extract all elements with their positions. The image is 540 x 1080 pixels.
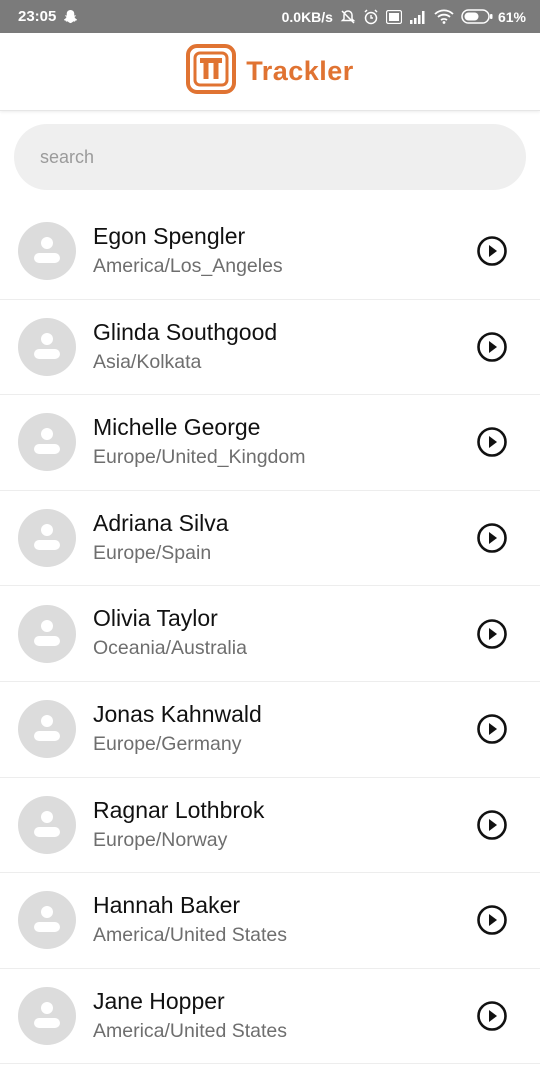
list-item[interactable]: Olivia Taylor Oceania/Australia	[0, 586, 540, 682]
play-circle-icon[interactable]	[476, 618, 508, 650]
list-item[interactable]: Adriana Silva Europe/Spain	[0, 491, 540, 587]
contact-timezone: Oceania/Australia	[93, 637, 247, 660]
contact-name: Adriana Silva	[93, 509, 229, 536]
play-circle-icon[interactable]	[476, 809, 508, 841]
app-title: Trackler	[246, 56, 354, 86]
list-item[interactable]: Glinda Southgood Asia/Kolkata	[0, 300, 540, 396]
avatar	[18, 987, 76, 1046]
mute-icon	[340, 9, 356, 25]
wifi-icon	[434, 9, 454, 24]
contact-name: Jane Hopper	[93, 987, 225, 1014]
contact-name: Olivia Taylor	[93, 605, 218, 632]
battery-percent: 61%	[497, 8, 526, 25]
contact-text: Adriana Silva Europe/Spain	[93, 509, 229, 566]
avatar	[18, 604, 76, 663]
list-item[interactable]: Egon Spengler America/Los_Angeles	[0, 204, 540, 300]
play-circle-icon[interactable]	[476, 713, 508, 745]
list-item[interactable]: Jane Hopper America/United States	[0, 969, 540, 1065]
contact-timezone: America/United States	[93, 924, 288, 947]
contact-text: Jonas Kahnwald Europe/Germany	[93, 700, 262, 757]
contact-name: Hannah Baker	[93, 892, 241, 919]
app-header: Trackler	[0, 33, 540, 111]
contact-timezone: Europe/Germany	[93, 732, 242, 755]
avatar	[18, 795, 76, 854]
contact-text: Glinda Southgood Asia/Kolkata	[93, 318, 277, 375]
avatar	[18, 222, 76, 281]
contact-name: Ragnar Lothbrok	[93, 796, 265, 823]
snapchat-icon	[63, 9, 78, 24]
contact-name: Glinda Southgood	[93, 318, 278, 345]
contact-timezone: America/Los_Angeles	[93, 255, 283, 277]
list-item[interactable]: Ragnar Lothbrok Europe/Norway	[0, 778, 540, 874]
list-item[interactable]: Michelle George Europe/United_Kingdom	[0, 395, 540, 491]
play-circle-icon[interactable]	[476, 1000, 508, 1032]
contact-timezone: Europe/United_Kingdom	[93, 446, 306, 469]
contact-text: Egon Spengler America/Los_Angeles	[93, 222, 283, 279]
list-item[interactable]: Jonas Kahnwald Europe/Germany	[0, 682, 540, 778]
contact-timezone: America/United States	[93, 1019, 288, 1042]
avatar	[18, 413, 76, 472]
contact-name: Egon Spengler	[93, 223, 246, 249]
contact-name: Jonas Kahnwald	[93, 700, 262, 727]
play-circle-icon[interactable]	[476, 426, 508, 458]
contact-list: Egon Spengler America/Los_Angeles Glinda…	[0, 204, 540, 1065]
contact-timezone: Asia/Kolkata	[93, 350, 202, 373]
contact-text: Hannah Baker America/United States	[93, 891, 287, 948]
play-circle-icon[interactable]	[476, 904, 508, 936]
battery-icon	[461, 9, 493, 24]
contact-text: Jane Hopper America/United States	[93, 987, 287, 1044]
contact-name: Michelle George	[93, 414, 261, 441]
play-circle-icon[interactable]	[476, 235, 508, 267]
search-input[interactable]	[14, 124, 526, 190]
avatar	[18, 700, 76, 759]
contact-text: Michelle George Europe/United_Kingdom	[93, 413, 305, 470]
battery-indicator: 61%	[461, 9, 526, 25]
play-circle-icon[interactable]	[476, 331, 508, 363]
play-circle-icon[interactable]	[476, 522, 508, 554]
alarm-icon	[363, 8, 379, 25]
list-item[interactable]: Hannah Baker America/United States	[0, 873, 540, 969]
trackler-logo-icon	[186, 44, 237, 99]
contact-timezone: Europe/Spain	[93, 541, 212, 564]
status-bar: 23:05 0.0KB/s 61%	[0, 0, 540, 33]
avatar	[18, 317, 76, 376]
signal-icon	[409, 10, 427, 24]
contact-timezone: Europe/Norway	[93, 828, 228, 851]
contact-text: Olivia Taylor Oceania/Australia	[93, 604, 247, 661]
avatar	[18, 509, 76, 568]
volte-icon	[385, 9, 402, 24]
status-left: 23:05	[18, 8, 78, 25]
status-time: 23:05	[18, 8, 57, 25]
avatar	[18, 891, 76, 950]
status-speed: 0.0KB/s	[281, 8, 333, 25]
status-right: 0.0KB/s 61%	[282, 9, 526, 25]
contact-text: Ragnar Lothbrok Europe/Norway	[93, 796, 264, 853]
